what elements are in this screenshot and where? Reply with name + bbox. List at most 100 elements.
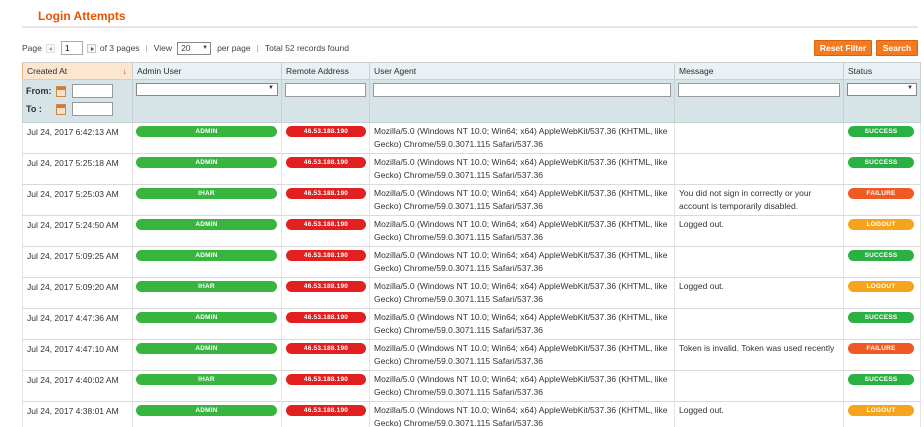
message-cell xyxy=(674,308,844,340)
message-cell: Logged out. xyxy=(674,401,844,427)
table-row[interactable]: Jul 24, 2017 6:42:13 AM ADMIN 46.53.188.… xyxy=(22,122,921,154)
calendar-icon[interactable] xyxy=(56,103,66,115)
user-badge: ADMIN xyxy=(136,126,277,137)
user-badge: IHAR xyxy=(136,188,277,199)
status-cell: LOGOUT xyxy=(843,215,921,247)
remote-address-cell: 46.53.188.190 xyxy=(281,339,370,371)
admin-user-cell: IHAR xyxy=(132,277,282,309)
pager-separator: | xyxy=(256,43,259,53)
ip-badge: 46.53.188.190 xyxy=(286,250,366,261)
status-badge: LOGOUT xyxy=(848,219,914,230)
ip-badge: 46.53.188.190 xyxy=(286,312,366,323)
remote-address-cell: 46.53.188.190 xyxy=(281,184,370,216)
admin-user-cell: ADMIN xyxy=(132,308,282,340)
created-at-cell: Jul 24, 2017 4:47:10 AM xyxy=(22,339,133,371)
ip-badge: 46.53.188.190 xyxy=(286,126,366,137)
admin-user-cell: IHAR xyxy=(132,370,282,402)
date-filter-cell: From: To : xyxy=(22,79,133,123)
message-cell: Logged out. xyxy=(674,277,844,309)
user-agent-cell: Mozilla/5.0 (Windows NT 10.0; Win64; x64… xyxy=(369,370,675,402)
ip-badge: 46.53.188.190 xyxy=(286,157,366,168)
user-badge: ADMIN xyxy=(136,157,277,168)
per-page-value: 20 xyxy=(181,43,191,53)
table-row[interactable]: Jul 24, 2017 4:38:01 AM ADMIN 46.53.188.… xyxy=(22,401,921,427)
pager-separator: | xyxy=(145,43,148,53)
ip-badge: 46.53.188.190 xyxy=(286,343,366,354)
created-at-cell: Jul 24, 2017 4:40:02 AM xyxy=(22,370,133,402)
created-at-cell: Jul 24, 2017 5:25:03 AM xyxy=(22,184,133,216)
table-row[interactable]: Jul 24, 2017 4:40:02 AM IHAR 46.53.188.1… xyxy=(22,370,921,402)
sort-arrow-icon: ↓ xyxy=(122,66,128,76)
admin-user-cell: ADMIN xyxy=(132,153,282,185)
remote-address-cell: 46.53.188.190 xyxy=(281,246,370,278)
user-agent-filter-input[interactable] xyxy=(373,83,671,97)
message-filter-input[interactable] xyxy=(678,83,840,97)
column-header-admin-user[interactable]: Admin User xyxy=(132,62,282,80)
message-cell: Token is invalid. Token was used recentl… xyxy=(674,339,844,371)
status-badge: FAILURE xyxy=(848,188,914,199)
user-agent-cell: Mozilla/5.0 (Windows NT 10.0; Win64; x64… xyxy=(369,184,675,216)
user-agent-cell: Mozilla/5.0 (Windows NT 10.0; Win64; x64… xyxy=(369,339,675,371)
user-agent-cell: Mozilla/5.0 (Windows NT 10.0; Win64; x64… xyxy=(369,401,675,427)
table-row[interactable]: Jul 24, 2017 5:09:20 AM IHAR 46.53.188.1… xyxy=(22,277,921,309)
message-cell xyxy=(674,153,844,185)
column-header-user-agent[interactable]: User Agent xyxy=(369,62,675,80)
admin-user-cell: ADMIN xyxy=(132,246,282,278)
per-page-select[interactable]: 20 ▼ xyxy=(177,41,212,55)
table-row[interactable]: Jul 24, 2017 5:25:18 AM ADMIN 46.53.188.… xyxy=(22,153,921,185)
calendar-icon[interactable] xyxy=(56,85,66,97)
created-at-cell: Jul 24, 2017 5:25:18 AM xyxy=(22,153,133,185)
prev-page-icon[interactable] xyxy=(45,43,55,53)
message-filter-cell xyxy=(674,79,844,123)
table-row[interactable]: Jul 24, 2017 5:24:50 AM ADMIN 46.53.188.… xyxy=(22,215,921,247)
column-header-created-at[interactable]: Created At ↓ xyxy=(22,62,133,80)
user-agent-cell: Mozilla/5.0 (Windows NT 10.0; Win64; x64… xyxy=(369,215,675,247)
column-header-status[interactable]: Status xyxy=(843,62,921,80)
status-badge: LOGOUT xyxy=(848,405,914,416)
pager: Page of 3 pages | View 20 ▼ per page | T… xyxy=(22,40,349,56)
status-filter-cell xyxy=(843,79,921,123)
remote-address-filter-input[interactable] xyxy=(285,83,366,97)
message-cell: You did not sign in correctly or your ac… xyxy=(674,184,844,216)
user-agent-cell: Mozilla/5.0 (Windows NT 10.0; Win64; x64… xyxy=(369,122,675,154)
user-badge: ADMIN xyxy=(136,312,277,323)
remote-address-cell: 46.53.188.190 xyxy=(281,401,370,427)
status-filter-select[interactable] xyxy=(847,83,917,96)
table-row[interactable]: Jul 24, 2017 5:25:03 AM IHAR 46.53.188.1… xyxy=(22,184,921,216)
user-badge: ADMIN xyxy=(136,250,277,261)
status-cell: SUCCESS xyxy=(843,153,921,185)
message-cell xyxy=(674,370,844,402)
reset-filter-button[interactable]: Reset Filter xyxy=(814,40,872,56)
admin-user-filter-select[interactable] xyxy=(136,83,278,96)
remote-address-cell: 46.53.188.190 xyxy=(281,277,370,309)
status-badge: SUCCESS xyxy=(848,374,914,385)
admin-user-cell: ADMIN xyxy=(132,122,282,154)
from-date-input[interactable] xyxy=(72,84,113,98)
status-badge: SUCCESS xyxy=(848,250,914,261)
table-row[interactable]: Jul 24, 2017 5:09:25 AM ADMIN 46.53.188.… xyxy=(22,246,921,278)
status-cell: LOGOUT xyxy=(843,401,921,427)
table-row[interactable]: Jul 24, 2017 4:47:10 AM ADMIN 46.53.188.… xyxy=(22,339,921,371)
column-header-remote-address[interactable]: Remote Address xyxy=(281,62,370,80)
login-attempts-grid: Created At ↓ Admin User Remote Address U… xyxy=(22,62,921,427)
ip-badge: 46.53.188.190 xyxy=(286,405,366,416)
column-header-message[interactable]: Message xyxy=(674,62,844,80)
per-page-label: per page xyxy=(217,43,251,53)
next-page-icon[interactable] xyxy=(86,43,96,53)
admin-user-cell: ADMIN xyxy=(132,339,282,371)
page-number-input[interactable] xyxy=(60,41,83,55)
page-label: Page xyxy=(22,43,42,53)
status-cell: SUCCESS xyxy=(843,122,921,154)
page-title: Login Attempts xyxy=(38,9,126,23)
created-at-cell: Jul 24, 2017 5:09:25 AM xyxy=(22,246,133,278)
message-cell: Logged out. xyxy=(674,215,844,247)
status-badge: SUCCESS xyxy=(848,126,914,137)
created-at-cell: Jul 24, 2017 4:47:36 AM xyxy=(22,308,133,340)
ip-badge: 46.53.188.190 xyxy=(286,281,366,292)
created-at-cell: Jul 24, 2017 4:38:01 AM xyxy=(22,401,133,427)
search-button[interactable]: Search xyxy=(876,40,918,56)
to-date-input[interactable] xyxy=(72,102,113,116)
table-row[interactable]: Jul 24, 2017 4:47:36 AM ADMIN 46.53.188.… xyxy=(22,308,921,340)
user-badge: IHAR xyxy=(136,374,277,385)
remote-address-cell: 46.53.188.190 xyxy=(281,370,370,402)
